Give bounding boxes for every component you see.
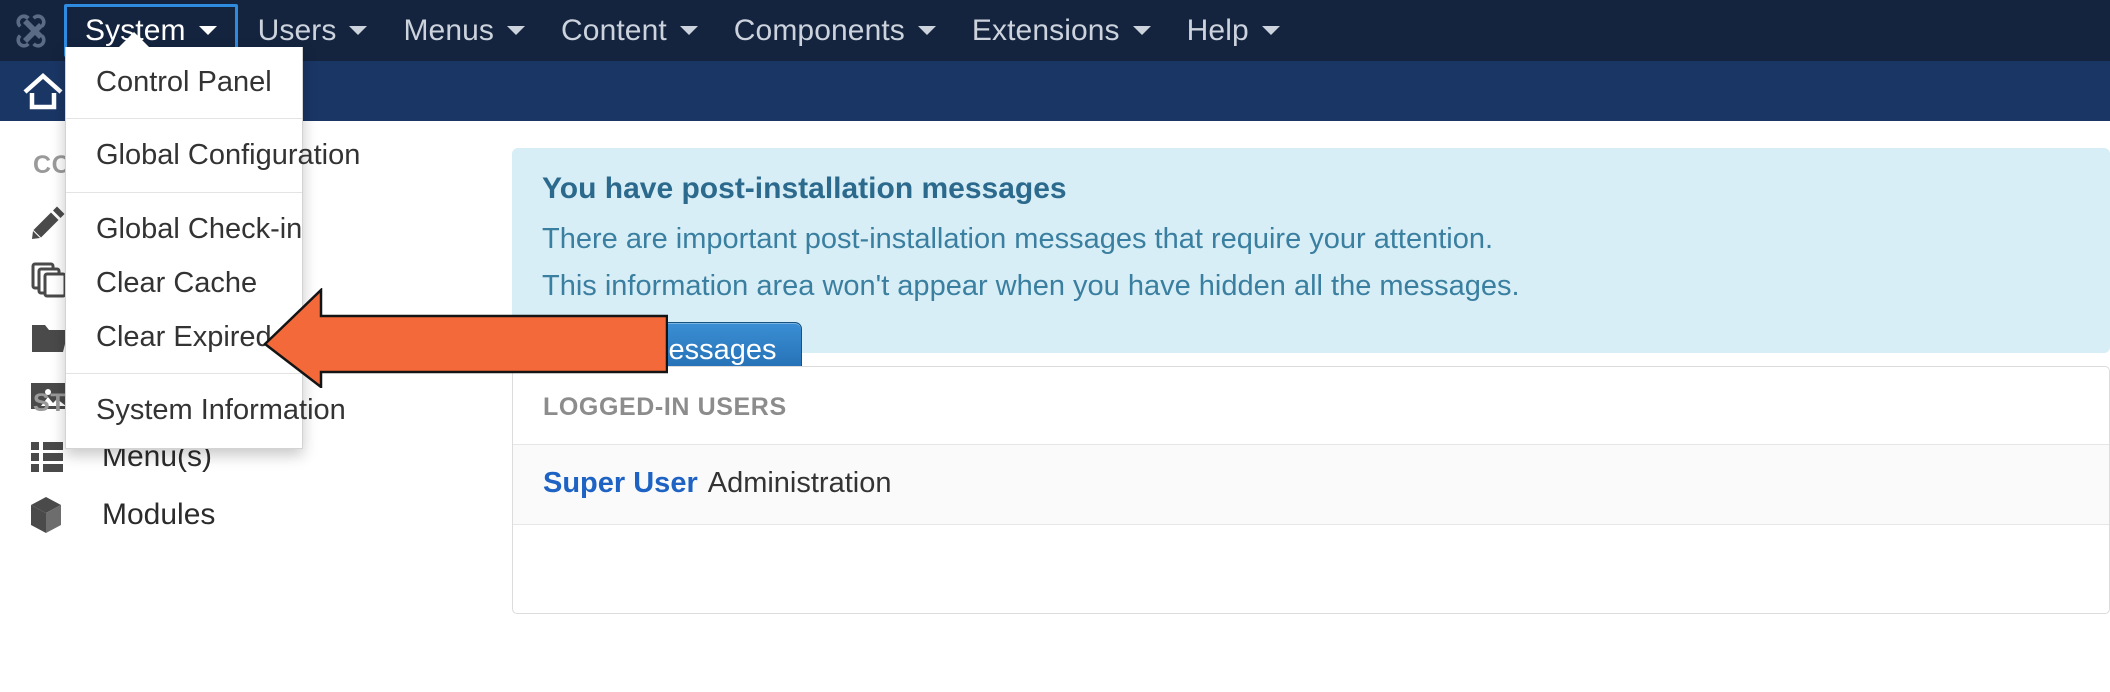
menu-item-content-label: Content	[561, 13, 667, 47]
post-installation-alert: You have post-installation messages Ther…	[512, 148, 2110, 381]
chevron-down-icon	[198, 26, 217, 35]
menu-item-help[interactable]: Help	[1169, 0, 1298, 61]
menu-item-components[interactable]: Components	[716, 0, 954, 61]
sidebar-item-modules[interactable]: Modules	[30, 489, 215, 541]
chevron-down-icon	[1261, 26, 1280, 35]
menu-item-extensions[interactable]: Extensions	[954, 0, 1169, 61]
alert-line-1: There are important post-installation me…	[542, 223, 1494, 255]
dropdown-item-system-information[interactable]: System Information	[66, 383, 346, 437]
menu-item-components-label: Components	[733, 13, 905, 47]
logged-in-users-panel: LOGGED-IN USERS Super User Administration	[512, 366, 2110, 614]
dropdown-item-global-check-in[interactable]: Global Check-in	[66, 202, 302, 256]
dropdown-item-clear-expired-cache[interactable]: Clear Expired Cache	[66, 310, 364, 364]
dropdown-item-control-panel[interactable]: Control Panel	[66, 55, 302, 109]
chevron-down-icon	[917, 26, 936, 35]
logged-in-users-heading: LOGGED-IN USERS	[543, 393, 787, 421]
cube-icon	[30, 496, 74, 534]
sidebar-item-modules-label: Modules	[102, 498, 216, 531]
dropdown-separator	[66, 191, 302, 193]
dropdown-item-global-configuration[interactable]: Global Configuration	[66, 128, 360, 182]
chevron-down-icon	[507, 26, 526, 35]
dropdown-separator	[66, 118, 302, 120]
system-dropdown-menu: Control Panel Global Configuration Globa…	[65, 32, 364, 449]
menu-item-users-label: Users	[257, 13, 337, 47]
top-menu-bar: System Users Menus Content Components Ex…	[0, 0, 2110, 61]
menu-item-extensions-label: Extensions	[971, 13, 1120, 47]
joomla-logo-icon[interactable]	[0, 0, 62, 61]
user-name-link[interactable]: Super User	[543, 467, 698, 499]
chevron-down-icon	[1132, 26, 1151, 35]
dropdown-separator	[66, 373, 302, 375]
alert-line-2: This information area won't appear when …	[542, 270, 1520, 302]
alert-title: You have post-installation messages	[542, 172, 1067, 205]
menu-item-help-label: Help	[1186, 13, 1249, 47]
dropdown-item-clear-cache[interactable]: Clear Cache	[66, 256, 302, 310]
dropdown-pointer-icon	[118, 32, 150, 48]
user-role-label: Administration	[707, 467, 892, 499]
sub-header-bar	[0, 61, 2110, 121]
chevron-down-icon	[679, 26, 698, 35]
table-row: Super User Administration	[513, 444, 2109, 525]
menu-item-menus[interactable]: Menus	[385, 0, 543, 61]
home-icon[interactable]	[20, 69, 66, 113]
chevron-down-icon	[349, 26, 368, 35]
menu-item-menus-label: Menus	[403, 13, 495, 47]
main-content: You have post-installation messages Ther…	[492, 121, 2110, 692]
menu-item-content[interactable]: Content	[543, 0, 716, 61]
